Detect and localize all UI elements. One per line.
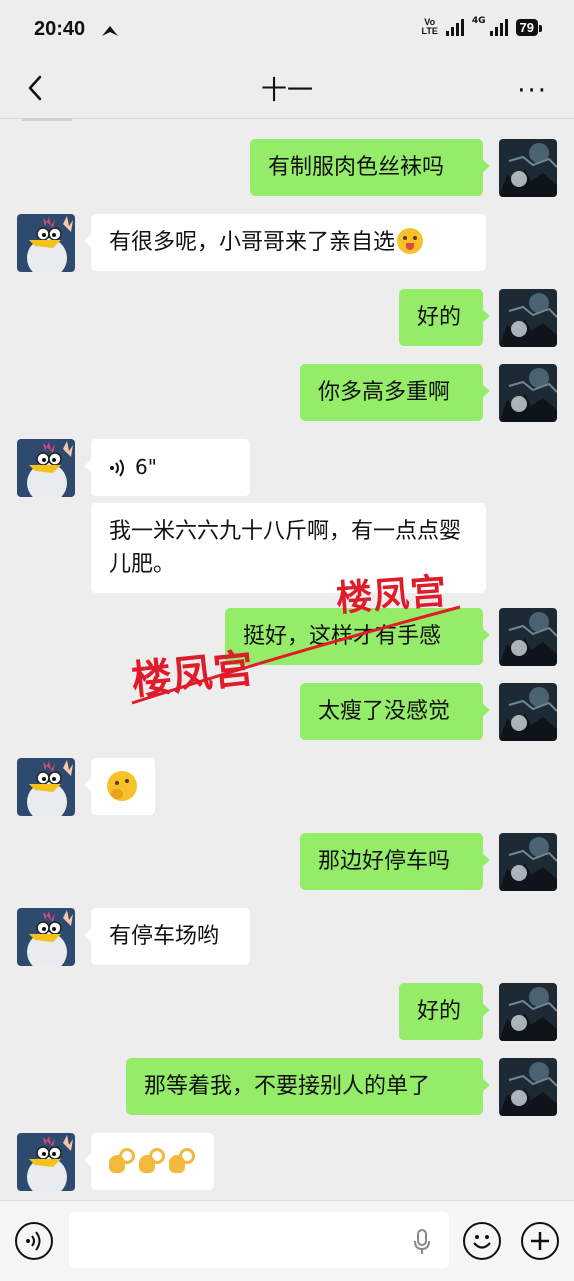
microphone-icon[interactable] xyxy=(413,1229,431,1255)
emoji-message-bubble[interactable] xyxy=(84,1133,214,1190)
my-avatar[interactable] xyxy=(499,139,557,197)
my-avatar[interactable] xyxy=(499,1058,557,1116)
thinking-face-icon xyxy=(107,771,137,801)
watermark-text-right: 楼凤宫 xyxy=(334,571,449,620)
emoji-message-bubble[interactable] xyxy=(84,758,155,815)
message-bubble-received[interactable]: 有很多呢，小哥哥来了亲自选 xyxy=(84,214,486,271)
voice-duration: 6" xyxy=(135,455,157,479)
message-text: 有很多呢，小哥哥来了亲自选 xyxy=(109,230,396,255)
plus-icon xyxy=(531,1232,549,1250)
contact-avatar[interactable] xyxy=(17,758,75,816)
message-bubble-sent[interactable]: 好的 xyxy=(399,983,490,1040)
message-bubble-sent[interactable]: 那等着我，不要接别人的单了 xyxy=(126,1058,490,1115)
message-input[interactable] xyxy=(69,1212,449,1268)
my-avatar[interactable] xyxy=(499,983,557,1041)
my-avatar[interactable] xyxy=(499,683,557,741)
contact-avatar[interactable] xyxy=(17,439,75,497)
smiley-icon xyxy=(473,1235,491,1249)
voice-message-bubble[interactable]: 6" xyxy=(84,439,250,496)
my-avatar[interactable] xyxy=(499,833,557,891)
message-bubble-sent[interactable]: 有制服肉色丝袜吗 xyxy=(250,139,490,196)
contact-avatar[interactable] xyxy=(17,214,75,272)
my-avatar[interactable] xyxy=(499,364,557,422)
more-functions-button[interactable] xyxy=(521,1222,559,1260)
contact-avatar[interactable] xyxy=(17,908,75,966)
message-bubble-sent[interactable]: 你多高多重啊 xyxy=(300,364,490,421)
ok-hand-icon xyxy=(167,1147,195,1175)
my-avatar[interactable] xyxy=(499,608,557,666)
winking-tongue-face-icon xyxy=(397,228,424,254)
message-bubble-sent[interactable]: 好的 xyxy=(399,289,490,346)
ok-hand-icon xyxy=(137,1147,165,1175)
voice-input-button[interactable] xyxy=(15,1222,53,1260)
input-bar xyxy=(0,1200,574,1281)
emoji-button[interactable] xyxy=(463,1222,501,1260)
voice-wave-icon xyxy=(26,1231,41,1251)
contact-avatar[interactable] xyxy=(17,1133,75,1191)
my-avatar[interactable] xyxy=(499,289,557,347)
ok-hand-icon xyxy=(107,1147,135,1175)
message-bubble-received[interactable]: 有停车场哟 xyxy=(84,908,250,965)
voice-wave-icon xyxy=(110,458,124,477)
message-bubble-sent[interactable]: 那边好停车吗 xyxy=(300,833,490,890)
